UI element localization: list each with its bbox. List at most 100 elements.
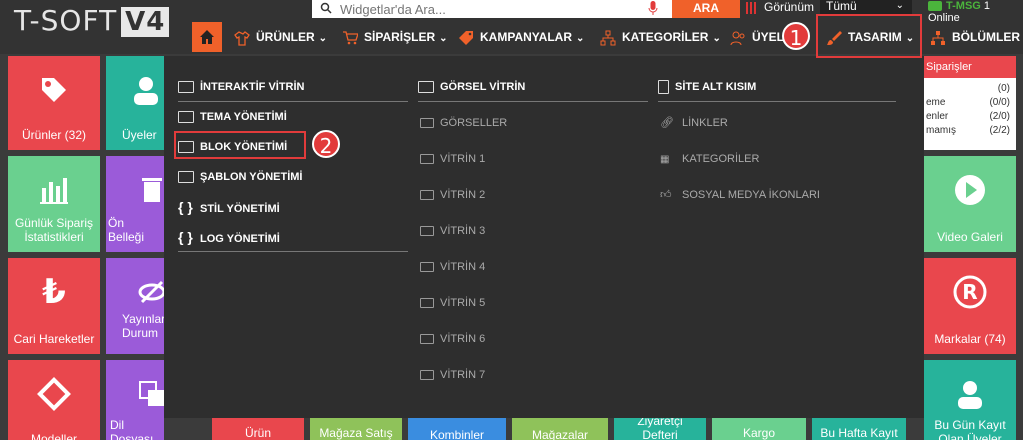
view-select[interactable]: Tümü ⌄ bbox=[820, 0, 912, 14]
home-button[interactable] bbox=[192, 22, 222, 52]
sitemap-icon bbox=[931, 30, 945, 45]
sitemap-icon bbox=[600, 30, 616, 46]
orders-row[interactable]: mamış (2/2) bbox=[924, 124, 1016, 138]
menu-label: KATEGORİLER bbox=[682, 153, 760, 165]
tile-ziyaretci[interactable]: Ziyaretçi Defteri bbox=[614, 414, 706, 440]
menu-vitrin-item[interactable]: VİTRİN 3 bbox=[418, 216, 648, 246]
menu-interaktif-vitrin[interactable]: İNTERAKTİF VİTRİN bbox=[178, 72, 408, 102]
tile-video[interactable]: Video Galeri bbox=[924, 156, 1016, 252]
image-icon bbox=[420, 298, 434, 309]
menu-label: VİTRİN 2 bbox=[440, 189, 486, 201]
orders-panel-title: Siparişler bbox=[924, 56, 1016, 78]
menu-vitrin-item[interactable]: GÖRSELLER bbox=[418, 108, 648, 138]
tile-cari[interactable]: ₺ Cari Hareketler bbox=[8, 258, 100, 354]
microphone-icon[interactable] bbox=[648, 1, 658, 16]
menu-stil-yonetimi[interactable]: { } STİL YÖNETİMİ bbox=[178, 192, 408, 222]
nav-label: KAMPANYALAR bbox=[480, 30, 573, 44]
tile-gunluk[interactable]: Günlük Sipariş İstatistikleri bbox=[8, 156, 100, 252]
menu-gorsel-vitrin[interactable]: GÖRSEL VİTRİN bbox=[418, 72, 648, 102]
tmsg-brand: T-MSG bbox=[946, 0, 981, 12]
tile-label: Ürün Kişiselleştirme bbox=[244, 426, 271, 440]
menu-vitrin-item[interactable]: VİTRİN 5 bbox=[418, 288, 648, 318]
menu-vitrin-item[interactable]: VİTRİN 1 bbox=[418, 144, 648, 174]
menu-label: VİTRİN 5 bbox=[440, 297, 486, 309]
nav-siparisler[interactable]: SİPARİŞLER ⌄ bbox=[342, 22, 448, 52]
tile-label: Markalar (74) bbox=[934, 332, 1006, 346]
nav-uyeler[interactable]: ÜYELER bbox=[730, 22, 786, 52]
menu-linkler[interactable]: 🔗︎ LİNKLER bbox=[658, 108, 896, 138]
image-icon bbox=[418, 81, 434, 94]
annotation-badge-1: 1 bbox=[782, 22, 810, 50]
play-icon bbox=[955, 175, 985, 205]
menu-vitrin-item[interactable]: VİTRİN 7 bbox=[418, 360, 648, 390]
tile-label: Yayınlar Durum bbox=[122, 312, 166, 340]
image-icon bbox=[420, 118, 434, 129]
menu-sablon-yonetimi[interactable]: ŞABLON YÖNETİMİ bbox=[178, 162, 408, 192]
menu-label: ŞABLON YÖNETİMİ bbox=[200, 171, 303, 183]
tile-label: Dil Dosyası bbox=[110, 418, 154, 440]
menu-label: VİTRİN 4 bbox=[440, 261, 486, 273]
menu-log-yonetimi[interactable]: { } LOG YÖNETİMİ bbox=[178, 222, 408, 252]
orders-row-label: mamış bbox=[926, 125, 956, 136]
tile-kombinler[interactable]: Kombinler bbox=[408, 418, 506, 440]
nav-urunler[interactable]: ÜRÜNLER ⌄ bbox=[234, 22, 327, 52]
image-icon bbox=[420, 154, 434, 165]
blok-highlight bbox=[174, 131, 306, 159]
tile-magaza-satis[interactable]: Mağaza Satış Kayıtları bbox=[310, 418, 402, 440]
tile-label: Ürünler (32) bbox=[21, 128, 87, 142]
nav-label: BÖLÜMLER bbox=[952, 30, 1020, 44]
image-icon bbox=[420, 334, 434, 345]
tag-icon bbox=[42, 78, 66, 102]
orders-row-value: (2/0) bbox=[989, 111, 1010, 122]
search-box bbox=[312, 0, 672, 18]
tile-label: Günlük Sipariş İstatistikleri bbox=[14, 216, 94, 244]
chat-icon bbox=[928, 1, 942, 12]
orders-row-value: (0/0) bbox=[989, 97, 1010, 108]
menu-site-alt-kisim[interactable]: SİTE ALT KISIM bbox=[658, 72, 896, 102]
search-icon bbox=[320, 2, 332, 14]
menu-label: TEMA YÖNETİMİ bbox=[200, 111, 287, 123]
orders-row[interactable]: eme (0/0) bbox=[924, 96, 1016, 110]
menu-sosyal-medya[interactable]: 👍︎ SOSYAL MEDYA İKONLARI bbox=[658, 180, 896, 210]
user-icon bbox=[958, 381, 982, 409]
home-icon bbox=[200, 30, 214, 44]
menu-label: VİTRİN 1 bbox=[440, 153, 486, 165]
menu-label: VİTRİN 7 bbox=[440, 369, 486, 381]
nav-kategoriler[interactable]: KATEGORİLER ⌄ bbox=[600, 22, 721, 52]
tasarim-highlight bbox=[816, 14, 922, 58]
tile-modeller[interactable]: Modeller bbox=[8, 360, 100, 440]
menu-vitrin-item[interactable]: VİTRİN 6 bbox=[418, 324, 648, 354]
tile-markalar[interactable]: R Markalar (74) bbox=[924, 258, 1016, 354]
image-icon bbox=[420, 190, 434, 201]
registered-icon: R bbox=[953, 275, 987, 309]
tile-yayinlar[interactable]: Yayınlar Durum bbox=[106, 258, 166, 354]
tile-magazalar[interactable]: Mağazalar bbox=[512, 418, 608, 440]
tile-dil[interactable]: Dil Dosyası bbox=[106, 360, 164, 440]
image-icon bbox=[420, 370, 434, 381]
orders-row-label: enler bbox=[926, 111, 949, 122]
tag-icon bbox=[459, 30, 473, 45]
menu-kategoriler[interactable]: ▦ KATEGORİLER bbox=[658, 144, 896, 174]
menu-vitrin-item[interactable]: VİTRİN 4 bbox=[418, 252, 648, 282]
search-button[interactable]: ARA bbox=[672, 0, 740, 18]
nav-bolumler[interactable]: BÖLÜMLER bbox=[930, 22, 1020, 52]
tile-urun-kis[interactable]: Ürün Kişiselleştirme bbox=[212, 418, 304, 440]
tile-onbellek[interactable]: Ön Belleği bbox=[106, 156, 164, 252]
tile-bu-hafta[interactable]: Bu Hafta Kayıt Olan Üyeler bbox=[812, 418, 906, 440]
menu-tema-yonetimi[interactable]: TEMA YÖNETİMİ bbox=[178, 102, 408, 132]
page: Ürünler (32) Üyeler Günlük Sipariş İstat… bbox=[0, 0, 1023, 440]
tile-bu-gun[interactable]: Bu Gün Kayıt Olan Üyeler bbox=[924, 360, 1016, 440]
tile-urunler[interactable]: Ürünler (32) bbox=[8, 56, 100, 150]
search-input[interactable] bbox=[340, 0, 630, 18]
nav-label: ÜRÜNLER bbox=[256, 30, 315, 44]
menu-label: LİNKLER bbox=[682, 117, 728, 129]
tile-kargo[interactable]: Kargo Entegrasyonu bbox=[712, 418, 806, 440]
chevron-down-icon: ⌄ bbox=[895, 0, 904, 11]
tile-uyeler[interactable]: Üyeler bbox=[106, 56, 164, 150]
orders-row-label: eme bbox=[926, 97, 946, 108]
menu-vitrin-item[interactable]: VİTRİN 2 bbox=[418, 180, 648, 210]
menu-label: SOSYAL MEDYA İKONLARI bbox=[682, 189, 820, 201]
orders-row[interactable]: (0) bbox=[924, 82, 1016, 96]
nav-kampanyalar[interactable]: KAMPANYALAR ⌄ bbox=[458, 22, 584, 52]
orders-row[interactable]: enler (2/0) bbox=[924, 110, 1016, 124]
